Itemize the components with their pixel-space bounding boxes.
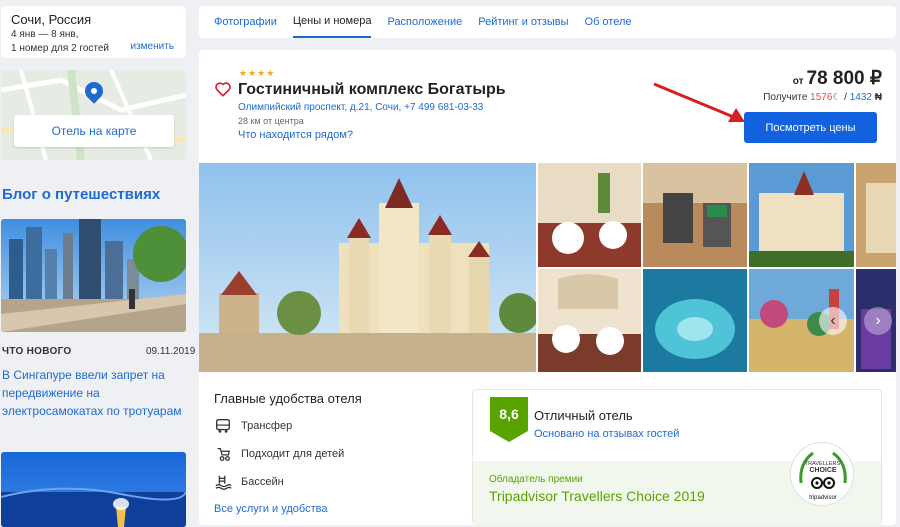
award-label: Обладатель премии: [489, 474, 583, 485]
gallery-photo-gym[interactable]: [643, 163, 747, 267]
map-card[interactable]: Отель на карте: [1, 70, 186, 160]
price-prefix: от: [792, 76, 804, 87]
tab-location[interactable]: Расположение: [387, 6, 462, 38]
blog-news-image[interactable]: [1, 219, 186, 332]
gallery-main-photo[interactable]: [199, 163, 536, 372]
award-name: Tripadvisor Travellers Choice 2019: [489, 488, 705, 504]
rating-score-badge: 8,6: [490, 397, 528, 442]
news-headline-link[interactable]: В Сингапуре ввели запрет на передвижение…: [2, 366, 187, 420]
bonus-line: Получите 1576☾ / 1432 ₦: [740, 92, 882, 103]
gallery-photo-dining-hall[interactable]: [538, 269, 641, 372]
view-prices-button[interactable]: Посмотреть цены: [744, 112, 877, 143]
gallery-prev-button[interactable]: ‹: [819, 307, 847, 335]
blog-title[interactable]: Блог о путешествиях: [2, 186, 160, 203]
hotel-distance: 28 км от центра: [238, 116, 304, 126]
tab-about-hotel[interactable]: Об отеле: [585, 6, 632, 38]
gallery-photo-pool[interactable]: [643, 269, 747, 372]
badge-text-choice: CHOICE: [809, 467, 837, 474]
transfer-icon: [216, 419, 230, 433]
tripadvisor-choice-badge-icon: TRAVELLERS' CHOICE tripadvisor: [790, 442, 854, 506]
nearby-link[interactable]: Что находится рядом?: [238, 129, 353, 141]
change-search-link[interactable]: изменить: [130, 41, 174, 52]
amenity-item: Бассейн: [214, 473, 284, 491]
price-amount: 78 800 ₽: [806, 68, 882, 89]
rating-reviews-link[interactable]: Основано на отзывах гостей: [534, 428, 679, 440]
news-date: 09.11.2019: [146, 346, 196, 357]
photo-gallery: ‹ ›: [199, 163, 896, 372]
price-block: от 78 800 ₽: [770, 67, 882, 90]
bonus-red-value: 1576: [810, 92, 833, 103]
gallery-photo-themepark[interactable]: ‹: [749, 269, 854, 372]
hotel-name[interactable]: Гостиничный комплекс Богатырь: [238, 81, 506, 99]
all-amenities-link[interactable]: Все услуги и удобства: [214, 503, 327, 515]
badge-text-tripadvisor: tripadvisor: [809, 495, 837, 501]
gallery-photo-restaurant[interactable]: [538, 163, 641, 267]
tab-rating-reviews[interactable]: Рейтинг и отзывы: [478, 6, 568, 38]
pool-icon: [215, 475, 232, 490]
hotel-address[interactable]: Олимпийский проспект, д.21, Сочи, +7 499…: [238, 102, 483, 113]
tab-prices-rooms[interactable]: Цены и номера: [292, 6, 372, 38]
tab-photos[interactable]: Фотографии: [214, 6, 277, 38]
bonus-prefix: Получите: [763, 92, 808, 103]
hotel-tabs: Фотографии Цены и номера Расположение Ре…: [199, 6, 896, 38]
gallery-photo-partial-2[interactable]: ›: [856, 269, 896, 372]
amenity-item: Подходит для детей: [214, 445, 344, 463]
amenity-label: Трансфер: [241, 420, 293, 432]
annotation-arrow: [653, 82, 745, 122]
bonus-separator: /: [841, 92, 850, 103]
bonus-blue-value: 1432: [849, 92, 872, 103]
gallery-photo-exterior[interactable]: [749, 163, 854, 267]
search-summary-card: Сочи, Россия 4 янв — 8 янв, 1 номер для …: [1, 6, 186, 58]
gallery-photo-partial[interactable]: [856, 163, 896, 267]
favorite-heart-icon[interactable]: [214, 80, 232, 98]
kids-icon: [217, 447, 231, 461]
amenity-item: Трансфер: [214, 417, 292, 435]
news-category: ЧТО НОВОГО: [2, 346, 72, 357]
blog-second-image[interactable]: [1, 452, 186, 527]
amenities-title: Главные удобства отеля: [214, 391, 362, 406]
amenity-label: Подходит для детей: [241, 448, 345, 460]
show-on-map-button[interactable]: Отель на карте: [14, 115, 174, 147]
search-city: Сочи, Россия: [11, 12, 92, 27]
search-dates: 4 янв — 8 янв,: [11, 29, 79, 40]
gallery-next-button[interactable]: ›: [864, 307, 892, 335]
rating-label: Отличный отель: [534, 408, 633, 423]
amenity-label: Бассейн: [241, 476, 284, 488]
hotel-stars: ★★★★: [239, 68, 276, 78]
currency-bonus-icon: ₦: [874, 92, 882, 103]
